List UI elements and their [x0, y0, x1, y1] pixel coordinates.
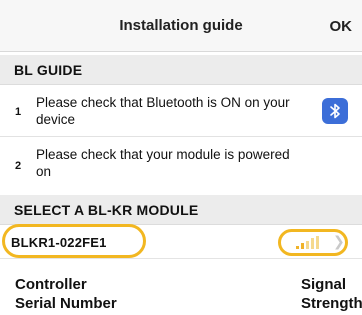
highlight-signal-strength [278, 229, 348, 256]
serial-number-caption: Controller Serial Number [15, 275, 117, 313]
caption-line: Controller [15, 276, 87, 293]
nav-bar: Installation guide OK [0, 0, 362, 52]
caption-line: Serial Number [15, 295, 117, 312]
signal-strength-caption: Signal Strength [301, 275, 362, 313]
section-header-bl-guide: BL GUIDE [0, 55, 362, 85]
section-title: SELECT A BL-KR MODULE [14, 202, 199, 218]
step-text: Please check that your module is powered… [36, 147, 290, 179]
step-number: 2 [15, 160, 22, 172]
page-title: Installation guide [119, 17, 243, 34]
bluetooth-icon [330, 103, 340, 119]
caption-line: Strength [301, 295, 362, 312]
highlight-serial-number [2, 224, 146, 258]
section-title: BL GUIDE [14, 62, 83, 78]
step-number: 1 [15, 106, 22, 118]
caption-line: Signal [301, 276, 347, 293]
bluetooth-settings-button[interactable] [322, 98, 348, 124]
step-text: Please check that Bluetooth is ON on you… [36, 95, 290, 127]
section-header-select-module: SELECT A BL-KR MODULE [0, 195, 362, 225]
guide-step-2: 2 Please check that your module is power… [0, 138, 362, 194]
guide-step-1: 1 Please check that Bluetooth is ON on y… [0, 87, 362, 137]
ok-button[interactable]: OK [330, 18, 353, 35]
